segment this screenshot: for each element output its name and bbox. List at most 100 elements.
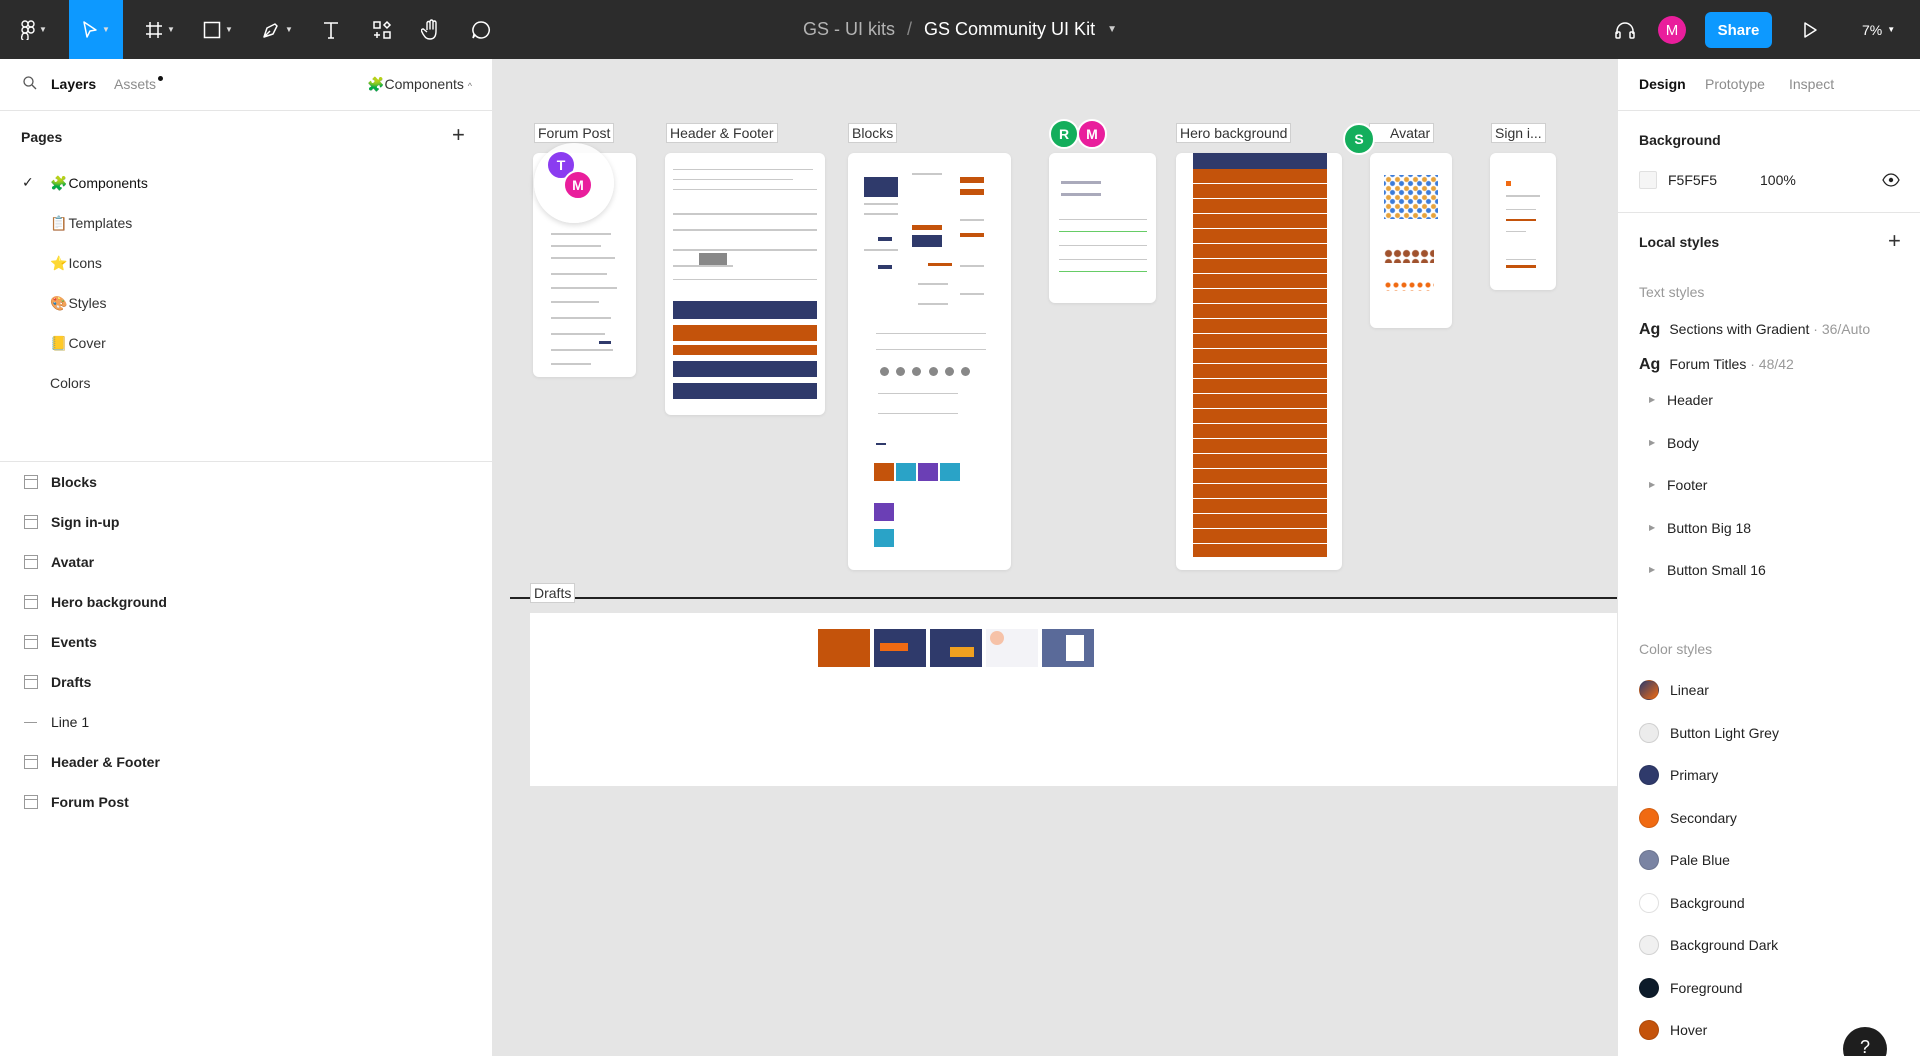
- chevron-down-icon: ▼: [1887, 25, 1896, 34]
- layer-row[interactable]: Line 1: [0, 702, 493, 742]
- frame-label-hero-background[interactable]: Hero background: [1176, 123, 1292, 143]
- frame-tool-button[interactable]: ▼: [138, 0, 182, 59]
- collaborator-avatar-r[interactable]: R: [1049, 119, 1079, 149]
- layer-row[interactable]: Events: [0, 622, 493, 662]
- color-style-item[interactable]: Background Dark: [1639, 935, 1778, 955]
- hand-icon: [421, 18, 437, 40]
- page-item[interactable]: 🎨 Styles: [0, 283, 492, 323]
- frame-icon: [24, 595, 38, 609]
- text-style-group[interactable]: ▶ Button Small 16: [1649, 562, 1766, 578]
- layer-row[interactable]: Blocks: [0, 462, 493, 502]
- layer-row[interactable]: Header & Footer: [0, 742, 493, 782]
- line-1[interactable]: [510, 597, 1617, 599]
- page-picker[interactable]: 🧩Components ^: [367, 76, 472, 93]
- text-style-group-label: Header: [1667, 392, 1713, 408]
- play-icon: [1804, 21, 1817, 38]
- frame-blocks[interactable]: [848, 153, 1011, 570]
- color-style-item[interactable]: Pale Blue: [1639, 850, 1730, 870]
- frame-header-footer[interactable]: [665, 153, 825, 415]
- chevron-down-icon[interactable]: ▼: [1107, 24, 1117, 35]
- avatar[interactable]: M: [1658, 16, 1686, 44]
- eye-icon[interactable]: [1882, 173, 1900, 187]
- draft-thumbnail[interactable]: [1042, 629, 1094, 667]
- present-button[interactable]: [1793, 0, 1827, 59]
- color-style-item[interactable]: Hover: [1639, 1020, 1707, 1040]
- hand-tool-button[interactable]: [414, 0, 448, 59]
- audio-chat-button[interactable]: [1608, 0, 1642, 59]
- color-style-name: Background Dark: [1670, 937, 1779, 953]
- frame-label-drafts[interactable]: Drafts: [530, 583, 576, 603]
- collaborator-avatar-m[interactable]: M: [563, 170, 593, 200]
- text-style-group[interactable]: ▶ Body: [1649, 435, 1699, 451]
- color-style-item[interactable]: Foreground: [1639, 977, 1742, 998]
- move-tool-button[interactable]: ▼: [69, 0, 123, 59]
- frame-hero-background[interactable]: [1176, 153, 1342, 570]
- text-icon: [324, 21, 338, 39]
- add-page-button[interactable]: +: [452, 124, 465, 146]
- page-item[interactable]: ⭐ Icons: [0, 243, 492, 283]
- layer-row[interactable]: Sign in-up: [0, 502, 493, 542]
- text-style-group[interactable]: ▶ Header: [1649, 392, 1713, 408]
- resources-button[interactable]: [365, 0, 399, 59]
- page-item[interactable]: ✓ 🧩 Components: [0, 163, 492, 203]
- frame-label-avatar[interactable]: Avatar: [1369, 123, 1435, 143]
- collaborator-avatar-s[interactable]: S: [1343, 123, 1375, 155]
- canvas[interactable]: Forum Post T M Header & Footer Blocks R …: [493, 59, 1617, 1056]
- pen-tool-button[interactable]: ▼: [255, 0, 299, 59]
- background-opacity[interactable]: 100%: [1760, 172, 1796, 188]
- comment-tool-button[interactable]: [464, 0, 498, 59]
- color-style-item[interactable]: Button Light Grey: [1639, 722, 1779, 743]
- color-style-item[interactable]: Secondary: [1639, 807, 1737, 828]
- layer-label: Header & Footer: [51, 754, 160, 770]
- collaborator-avatar-m2[interactable]: M: [1077, 119, 1107, 149]
- text-tool-button[interactable]: [314, 0, 348, 59]
- tab-prototype[interactable]: Prototype: [1705, 76, 1765, 92]
- headphones-icon: [1615, 21, 1635, 39]
- background-swatch[interactable]: [1639, 171, 1657, 189]
- layer-row[interactable]: Avatar: [0, 542, 493, 582]
- draft-thumbnail[interactable]: [874, 629, 926, 667]
- color-style-item[interactable]: Background: [1639, 892, 1745, 913]
- tab-design[interactable]: Design: [1639, 76, 1686, 92]
- text-style-item[interactable]: Ag Sections with Gradient · 36/Auto: [1639, 321, 1870, 341]
- layer-row[interactable]: Drafts: [0, 662, 493, 702]
- tab-assets[interactable]: Assets: [114, 76, 164, 92]
- frame-avatar[interactable]: [1370, 153, 1452, 328]
- search-icon[interactable]: [22, 75, 38, 91]
- layer-label: Avatar: [51, 554, 95, 570]
- background-hex[interactable]: F5F5F5: [1668, 172, 1717, 188]
- shape-tool-button[interactable]: ▼: [196, 0, 240, 59]
- text-style-group[interactable]: ▶ Button Big 18: [1649, 520, 1751, 536]
- page-item[interactable]: 📒 Cover: [0, 323, 492, 363]
- layer-row[interactable]: Hero background: [0, 582, 493, 622]
- draft-thumbnail[interactable]: [818, 629, 870, 667]
- frame-events[interactable]: [1049, 153, 1156, 303]
- text-style-item[interactable]: Ag Forum Titles · 48/42: [1639, 356, 1794, 376]
- draft-thumbnail[interactable]: [930, 629, 982, 667]
- layer-row[interactable]: Forum Post: [0, 782, 493, 822]
- frame-icon: [24, 555, 38, 569]
- draft-thumbnail[interactable]: [986, 629, 1038, 667]
- color-style-item[interactable]: Linear: [1639, 680, 1709, 700]
- page-item[interactable]: 📋 Templates: [0, 203, 492, 243]
- zoom-control[interactable]: 7% ▼: [1862, 0, 1895, 59]
- frame-label-header-footer[interactable]: Header & Footer: [666, 123, 778, 143]
- file-name[interactable]: GS Community UI Kit: [924, 19, 1095, 40]
- frame-sign-in[interactable]: [1490, 153, 1556, 290]
- tab-inspect[interactable]: Inspect: [1789, 76, 1834, 92]
- color-style-name: Primary: [1670, 767, 1719, 783]
- tab-layers[interactable]: Layers: [51, 76, 96, 92]
- right-panel: Design Prototype Inspect Background F5F5…: [1617, 59, 1920, 1056]
- main-menu-button[interactable]: ▼: [12, 0, 56, 59]
- add-style-button[interactable]: +: [1888, 230, 1901, 252]
- frame-label-blocks[interactable]: Blocks: [848, 123, 898, 143]
- frame-label-sign-in[interactable]: Sign i...: [1491, 123, 1546, 143]
- project-name[interactable]: GS - UI kits: [803, 19, 895, 40]
- text-style-group[interactable]: ▶ Footer: [1649, 477, 1707, 493]
- page-item[interactable]: Colors: [0, 363, 492, 403]
- page-emoji-icon: ⭐: [50, 254, 68, 271]
- color-style-item[interactable]: Primary: [1639, 765, 1718, 785]
- share-button[interactable]: Share: [1705, 12, 1772, 48]
- frame-label-forum-post[interactable]: Forum Post: [534, 123, 615, 143]
- page-emoji-icon: 🧩: [50, 174, 68, 191]
